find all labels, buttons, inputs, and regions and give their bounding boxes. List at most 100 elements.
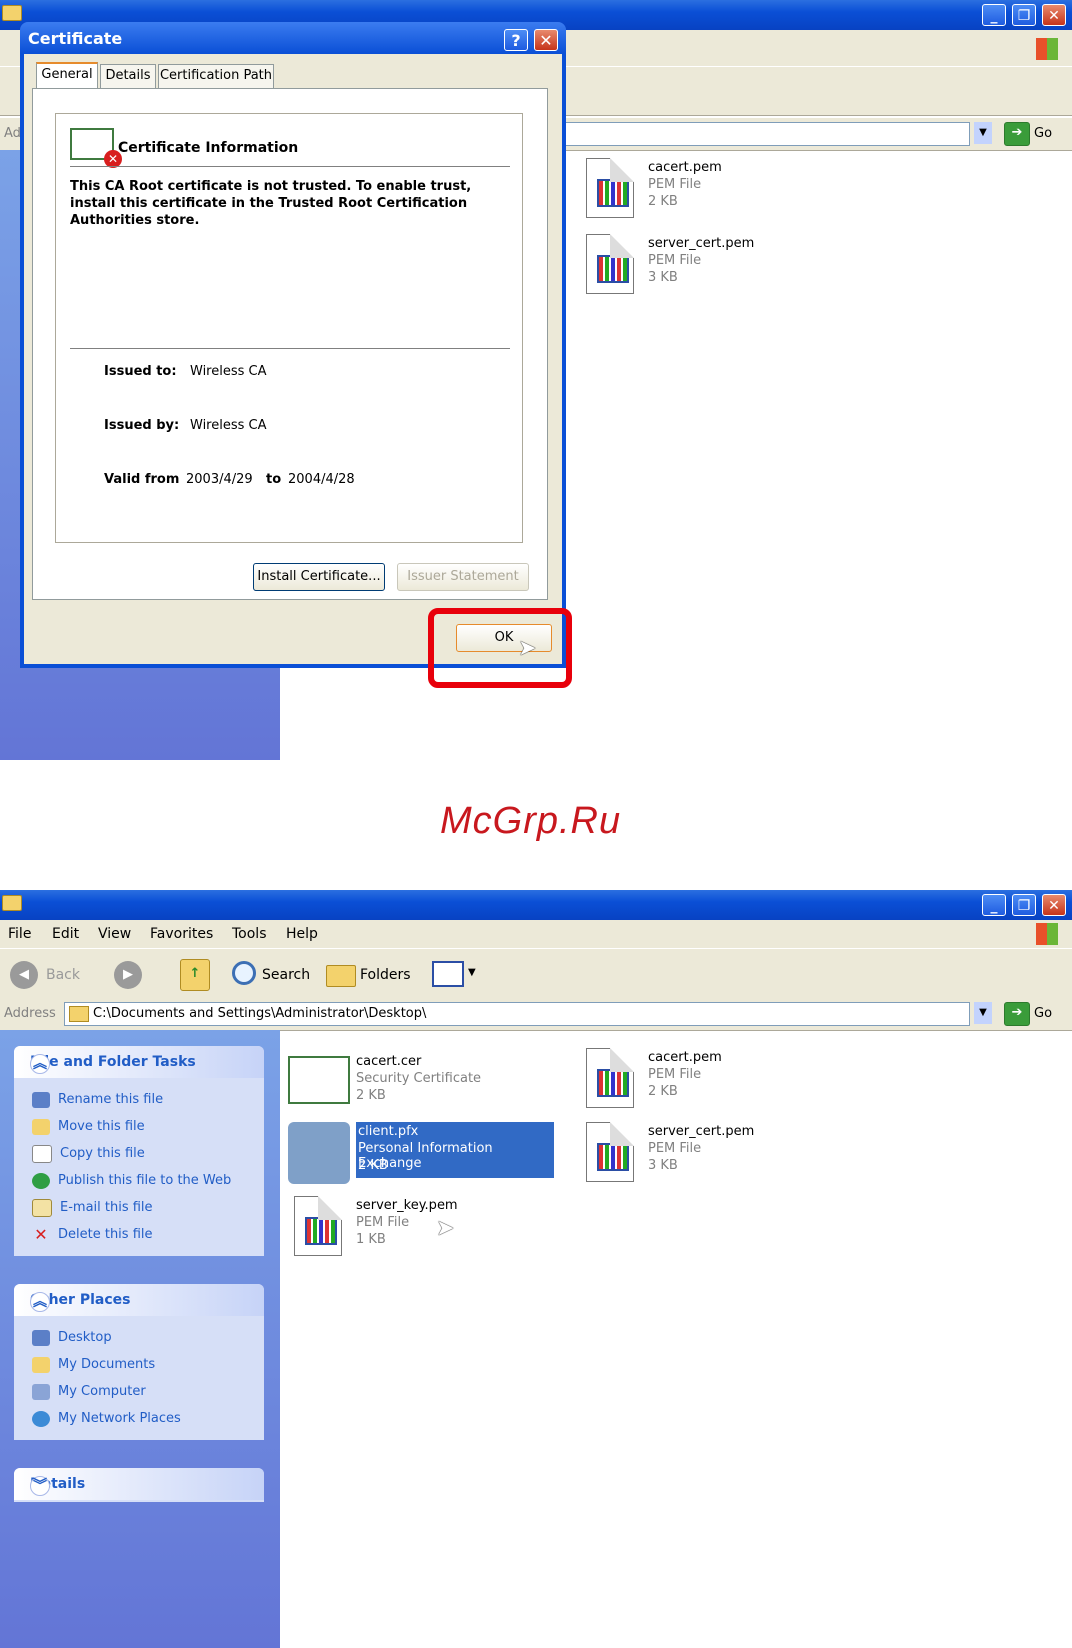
menu-help[interactable]: Help <box>286 926 318 942</box>
file-size: 3 KB <box>648 270 678 285</box>
close-button[interactable]: ✕ <box>1042 894 1066 916</box>
certificate-info-box: ✕ Certificate Information This CA Root c… <box>55 113 523 543</box>
dialog-title: Certificate <box>28 29 123 48</box>
task-label: Copy this file <box>60 1146 145 1161</box>
go-arrow-icon[interactable]: ➔ <box>1004 1002 1030 1026</box>
valid-from-label: Valid from <box>104 472 180 487</box>
file-item[interactable]: server_cert.pem PEM File 3 KB <box>584 1120 854 1190</box>
task-publish[interactable]: Publish this file to the Web <box>32 1171 231 1191</box>
forward-arrow-icon[interactable]: ▶ <box>114 961 142 989</box>
task-move[interactable]: Move this file <box>32 1117 145 1137</box>
place-my-network[interactable]: My Network Places <box>32 1409 181 1429</box>
file-size: 2 KB <box>356 1088 386 1103</box>
bottom-left-pane: File and Folder Tasks ︽ Rename this file… <box>0 1030 280 1648</box>
install-certificate-button[interactable]: Install Certificate... <box>253 563 385 591</box>
file-item[interactable]: cacert.pem PEM File 2 KB <box>584 1046 854 1116</box>
file-item[interactable]: cacert.cer Security Certificate 2 KB <box>286 1050 556 1120</box>
file-folder-tasks-header[interactable]: File and Folder Tasks ︽ <box>14 1046 264 1078</box>
task-email[interactable]: E-mail this file <box>32 1198 153 1218</box>
place-label: My Documents <box>58 1357 156 1372</box>
folders-label[interactable]: Folders <box>360 967 411 983</box>
collapse-icon[interactable]: ︽ <box>30 1292 50 1312</box>
close-button[interactable]: ✕ <box>534 29 558 51</box>
file-item-selected[interactable]: client.pfx Personal Information Exchange… <box>286 1120 556 1190</box>
task-rename[interactable]: Rename this file <box>32 1090 163 1110</box>
certificate-error-icon: ✕ <box>70 128 122 168</box>
certificate-file-icon <box>288 1056 350 1104</box>
file-item[interactable]: server_cert.pem PEM File 3 KB <box>584 232 854 302</box>
views-dropdown-icon[interactable]: ▼ <box>468 967 476 978</box>
pem-file-icon <box>586 158 634 218</box>
my-documents-icon <box>32 1356 50 1373</box>
pem-file-icon <box>586 1048 634 1108</box>
restore-button[interactable]: ❐ <box>1012 4 1036 26</box>
minimize-button[interactable]: _ <box>982 4 1006 26</box>
help-button[interactable]: ? <box>504 29 528 51</box>
dialog-body: General Details Certification Path ✕ Cer… <box>24 54 562 664</box>
tab-details[interactable]: Details <box>100 64 156 88</box>
address-dropdown-icon[interactable]: ▼ <box>974 1002 992 1024</box>
bottom-addressbar: Address C:\Documents and Settings\Admini… <box>0 998 1072 1031</box>
tab-certification-path[interactable]: Certification Path <box>158 64 274 88</box>
search-label[interactable]: Search <box>262 967 310 983</box>
address-label: Ad <box>4 126 21 141</box>
bottom-window-titlebar: _ ❐ ✕ <box>0 890 1072 920</box>
pem-file-icon <box>586 1122 634 1182</box>
views-icon[interactable] <box>432 961 464 987</box>
menu-favorites[interactable]: Favorites <box>150 926 213 942</box>
menu-edit[interactable]: Edit <box>52 926 79 942</box>
address-dropdown-icon[interactable]: ▼ <box>974 122 992 144</box>
menu-tools[interactable]: Tools <box>232 926 267 942</box>
file-type: Security Certificate <box>356 1071 482 1086</box>
file-type: PEM File <box>648 1141 702 1156</box>
place-my-computer[interactable]: My Computer <box>32 1382 146 1402</box>
go-label[interactable]: Go <box>1034 1006 1052 1021</box>
folders-icon[interactable] <box>326 965 356 987</box>
file-type: PEM File <box>648 253 702 268</box>
warning-text: This CA Root certificate is not trusted.… <box>70 179 472 228</box>
place-label: My Network Places <box>58 1411 181 1426</box>
restore-button[interactable]: ❐ <box>1012 894 1036 916</box>
pem-file-icon <box>294 1196 342 1256</box>
go-label[interactable]: Go <box>1034 126 1052 141</box>
ok-highlight-box <box>428 608 572 688</box>
tab-general[interactable]: General <box>36 62 98 89</box>
menu-file[interactable]: File <box>8 926 31 942</box>
place-label: My Computer <box>58 1384 146 1399</box>
address-input[interactable]: C:\Documents and Settings\Administrator\… <box>64 1002 970 1026</box>
other-places-panel: Other Places ︽ Desktop My Documents My C… <box>14 1284 264 1440</box>
file-type: PEM File <box>356 1215 410 1230</box>
file-size: 2 KB <box>358 1158 388 1173</box>
issuer-statement-button[interactable]: Issuer Statement <box>397 563 529 591</box>
valid-from-value: 2003/4/29 <box>186 472 253 487</box>
general-tab-panel: ✕ Certificate Information This CA Root c… <box>32 88 548 600</box>
top-screenshot: _ ❐ ✕ Ad ▼ ➔ Go cacert.pem PEM File 2 KB… <box>0 0 1072 760</box>
details-header[interactable]: Details ︾ <box>14 1468 264 1500</box>
go-arrow-icon[interactable]: ➔ <box>1004 122 1030 146</box>
certificate-dialog: Certificate ? ✕ General Details Certific… <box>20 22 566 668</box>
task-delete[interactable]: ✕ Delete this file <box>32 1225 152 1245</box>
place-desktop[interactable]: Desktop <box>32 1328 112 1348</box>
address-input[interactable] <box>540 122 970 146</box>
menu-view[interactable]: View <box>98 926 131 942</box>
valid-to-label: to <box>266 472 282 487</box>
close-button[interactable]: ✕ <box>1042 4 1066 26</box>
up-folder-icon[interactable]: ↑ <box>180 959 210 991</box>
back-label[interactable]: Back <box>46 967 80 983</box>
place-my-documents[interactable]: My Documents <box>32 1355 155 1375</box>
rename-icon <box>32 1091 50 1108</box>
file-item[interactable]: server_key.pem PEM File 1 KB <box>292 1194 562 1264</box>
other-places-header[interactable]: Other Places ︽ <box>14 1284 264 1316</box>
file-item[interactable]: cacert.pem PEM File 2 KB <box>584 156 854 226</box>
file-name: server_key.pem <box>356 1198 458 1213</box>
minimize-button[interactable]: _ <box>982 894 1006 916</box>
search-icon[interactable] <box>232 961 256 985</box>
issued-by-label: Issued by: <box>104 418 180 433</box>
file-name: client.pfx <box>358 1124 419 1139</box>
back-arrow-icon[interactable]: ◀ <box>10 961 38 989</box>
collapse-icon[interactable]: ︽ <box>30 1054 50 1074</box>
task-copy[interactable]: Copy this file <box>32 1144 145 1164</box>
file-name: cacert.pem <box>648 160 722 175</box>
network-places-icon <box>32 1410 50 1427</box>
expand-icon[interactable]: ︾ <box>30 1476 50 1496</box>
